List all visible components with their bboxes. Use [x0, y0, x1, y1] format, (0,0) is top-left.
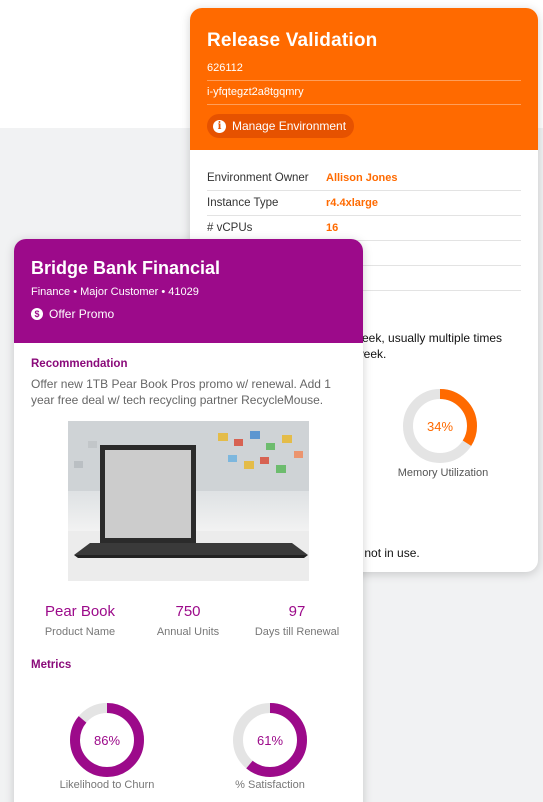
offer-promo-label: Offer Promo [49, 307, 115, 321]
laptop-image [68, 421, 309, 581]
dollar-icon: $ [31, 308, 43, 320]
stat-label: Annual Units [156, 626, 220, 638]
detail-value: 16 [326, 222, 339, 234]
release-title: Release Validation [207, 30, 378, 51]
detail-key: Instance Type [207, 197, 279, 209]
stat-label: Product Name [44, 626, 116, 638]
churn-percent-text: 86% [94, 733, 120, 748]
laptop-photo [68, 421, 309, 581]
stat-value: 97 [288, 603, 306, 620]
release-instance-id: i-yfqtegzt2a8tgqmry [207, 86, 521, 105]
customer-card: Bridge Bank Financial Finance • Major Cu… [14, 239, 363, 802]
detail-value: Allison Jones [326, 172, 398, 184]
detail-key: Environment Owner [207, 172, 309, 184]
info-icon: i [213, 119, 226, 133]
stat-value: 750 [175, 603, 201, 620]
customer-name: Bridge Bank Financial [31, 258, 221, 278]
recommendation-heading: Recommendation [31, 358, 128, 370]
detail-row: Environment Owner Allison Jones [207, 166, 521, 191]
stat-annual-units: 750 Annual Units [133, 603, 243, 638]
detail-value: r4.4xlarge [326, 197, 378, 209]
churn-label: Likelihood to Churn [59, 779, 155, 791]
memory-utilization-donut: 34% [403, 389, 477, 463]
metrics-heading: Metrics [31, 659, 72, 671]
satisfaction-label: % Satisfaction [235, 779, 305, 791]
churn-donut: 86% [70, 703, 144, 777]
detail-key: # vCPUs [207, 222, 253, 234]
stat-days-till-renewal: 97 Days till Renewal [242, 603, 352, 638]
stat-product-name: Pear Book Product Name [25, 603, 135, 638]
manage-environment-label: Manage Environment [232, 119, 347, 133]
manage-environment-button[interactable]: i Manage Environment [207, 114, 355, 138]
satisfaction-donut: 61% [233, 703, 307, 777]
recommendation-text: Offer new 1TB Pear Book Pros promo w/ re… [31, 377, 331, 407]
release-header: Release Validation 626112 i-yfqtegzt2a8t… [190, 8, 538, 150]
detail-row: Instance Type r4.4xlarge [207, 191, 521, 216]
customer-subtitle: Finance • Major Customer • 41029 [31, 286, 199, 298]
stat-label: Days till Renewal [254, 626, 340, 638]
satisfaction-percent-text: 61% [257, 733, 283, 748]
stat-value: Pear Book [44, 603, 116, 620]
memory-utilization-label: Memory Utilization [397, 467, 489, 479]
memory-percent-text: 34% [427, 419, 453, 434]
release-id: 626112 [207, 62, 521, 81]
detail-row: # vCPUs 16 [207, 216, 521, 241]
offer-promo-button[interactable]: $ Offer Promo [31, 307, 346, 321]
customer-header: Bridge Bank Financial Finance • Major Cu… [14, 239, 363, 343]
